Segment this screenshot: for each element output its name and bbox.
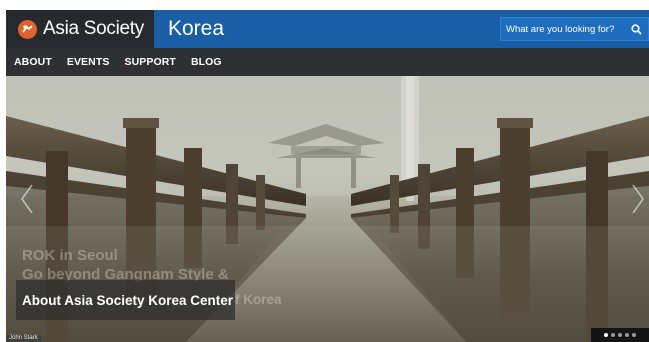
slide-dot[interactable] — [604, 333, 608, 337]
slide-caption-ghost: f Korea — [235, 292, 282, 307]
photo-credit: John Stark — [6, 335, 41, 342]
hero-slider: ROK in Seoul Go beyond Gangnam Style & A… — [6, 76, 649, 342]
chevron-left-icon — [21, 184, 33, 214]
slide-dot[interactable] — [625, 333, 629, 337]
search-area — [481, 10, 649, 48]
slide-ghost-title: ROK in Seoul — [22, 247, 118, 264]
site-header: Asia Society Korea — [6, 10, 649, 48]
nav-item-about[interactable]: ABOUT — [14, 56, 52, 68]
search-input[interactable] — [501, 18, 626, 40]
nav-item-events[interactable]: EVENTS — [67, 56, 110, 68]
brand-name: Asia Society — [43, 18, 144, 39]
slide-dot[interactable] — [632, 333, 636, 337]
slide-caption-text[interactable]: About Asia Society Korea Center — [22, 293, 233, 308]
brand-home-link[interactable]: Asia Society — [6, 10, 154, 48]
search-box — [500, 17, 649, 41]
search-button[interactable] — [626, 18, 646, 40]
nav-item-blog[interactable]: BLOG — [191, 56, 222, 68]
next-slide-button[interactable] — [631, 183, 645, 215]
center-title: Korea — [154, 10, 481, 48]
slide-caption[interactable]: About Asia Society Korea Center — [16, 280, 235, 320]
asia-society-logo-icon — [18, 19, 37, 39]
prev-slide-button[interactable] — [20, 183, 34, 215]
main-nav: ABOUT EVENTS SUPPORT BLOG — [6, 48, 649, 76]
slide-dot[interactable] — [618, 333, 622, 337]
slide-dot[interactable] — [611, 333, 615, 337]
search-icon — [630, 23, 642, 35]
nav-item-support[interactable]: SUPPORT — [124, 56, 175, 68]
slide-pagination — [591, 328, 649, 342]
chevron-right-icon — [632, 184, 644, 214]
